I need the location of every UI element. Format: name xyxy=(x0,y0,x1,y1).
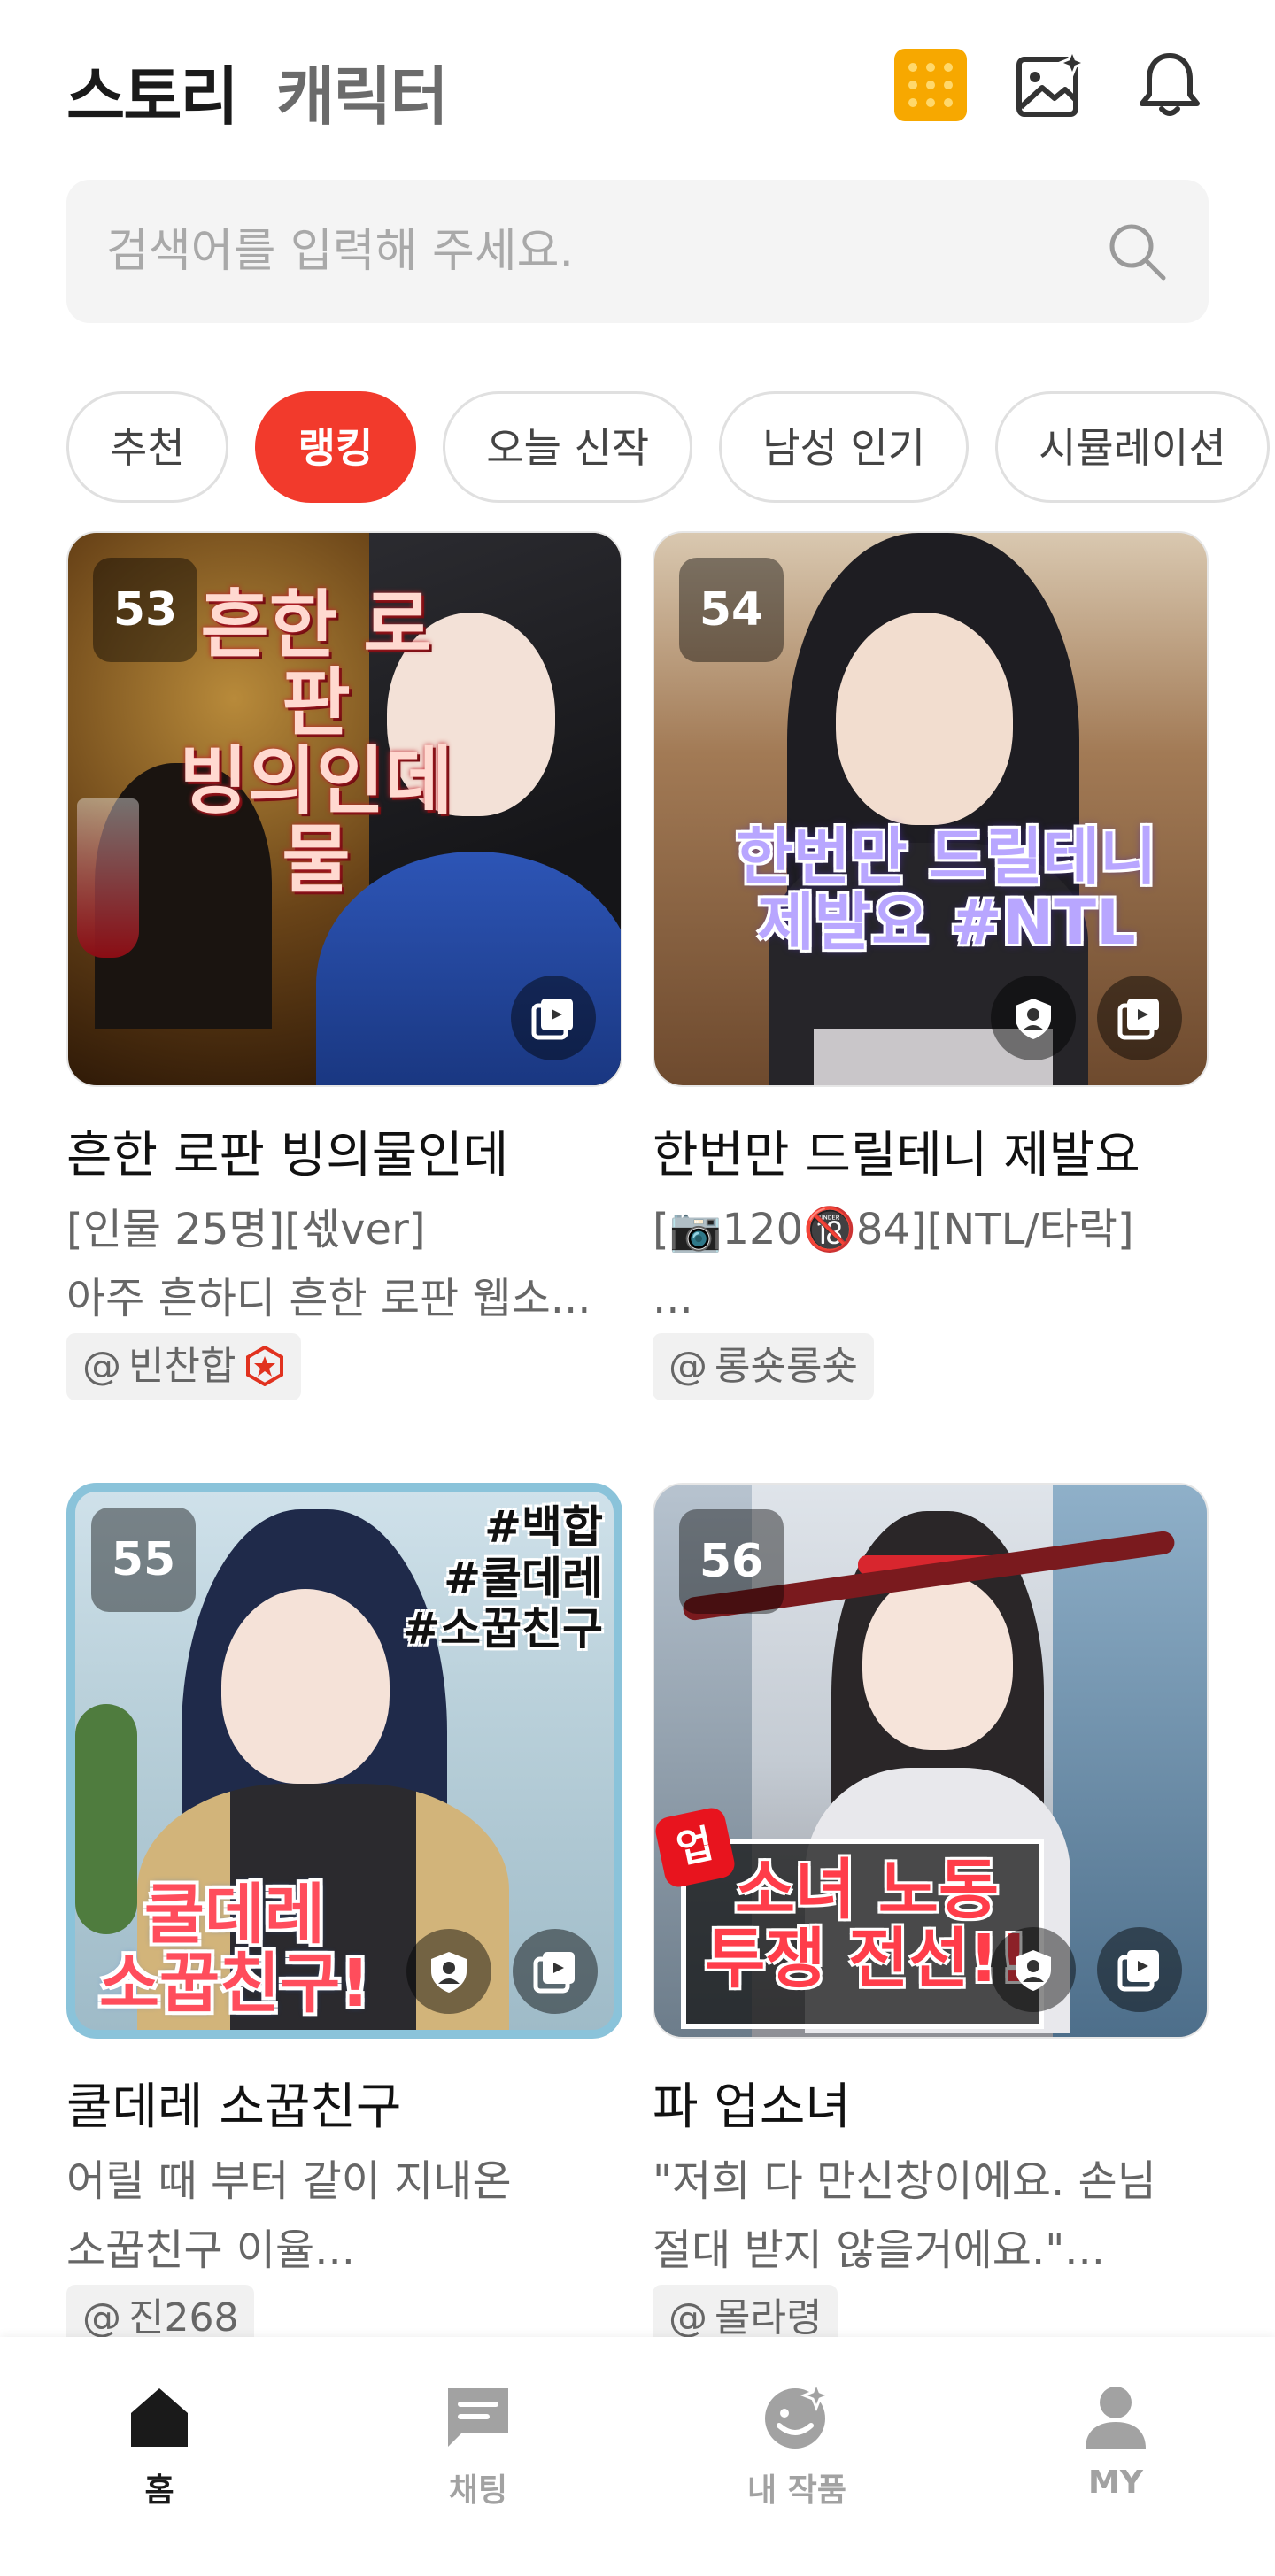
search-input[interactable] xyxy=(106,215,1080,288)
chip-male-popular[interactable]: 남성 인기 xyxy=(719,391,970,503)
card-cover-title: 흔한 로판 빙의인데 물 xyxy=(179,582,453,903)
play-icon xyxy=(1097,1927,1182,2012)
rank-badge: 53 xyxy=(93,558,197,662)
rank-badge: 56 xyxy=(679,1509,784,1614)
chat-icon xyxy=(448,2388,508,2447)
author-name: 진268 xyxy=(128,2295,239,2341)
nav-label: 내 작품 xyxy=(747,2472,846,2509)
search-icon[interactable] xyxy=(1105,220,1169,283)
card-title[interactable]: 쿨데레 소꿉친구 xyxy=(66,2067,401,2139)
card-author[interactable]: @ 롱숏롱숏 xyxy=(653,1333,874,1400)
home-icon xyxy=(131,2388,188,2447)
shield-icon xyxy=(991,1927,1076,2012)
card-thumbnail[interactable]: 흔한 로판 빙의인데 물 53 xyxy=(66,531,622,1087)
chip-recommend[interactable]: 추천 xyxy=(66,391,228,503)
play-icon xyxy=(513,1929,598,2014)
card-title[interactable]: 한번만 드릴테니 제발요 xyxy=(653,1115,1140,1187)
card-title[interactable]: 파 업소녀 xyxy=(653,2067,851,2139)
card-cover-title: 한번만 드릴테니 제발요 #NTL xyxy=(736,821,1157,959)
card-description: [인물 25명][섻ver] 아주 흔하디 흔한 로판 웹소... xyxy=(66,1205,591,1323)
play-icon xyxy=(511,976,596,1060)
tab-story[interactable]: 스토리 xyxy=(66,44,239,137)
chip-ranking[interactable]: 랭킹 xyxy=(254,391,417,503)
shield-icon xyxy=(991,976,1076,1060)
chip-simulation[interactable]: 시뮬레이션 xyxy=(995,391,1270,503)
card-thumbnail[interactable]: 업 소녀 노동 투쟁 전선!! 56 xyxy=(653,1483,1209,2039)
nav-label: 채팅 xyxy=(448,2472,508,2509)
profile-icon xyxy=(1086,2387,1146,2449)
nav-home[interactable]: 홈 xyxy=(71,2381,248,2510)
nav-label: 홈 xyxy=(144,2472,174,2509)
tab-character[interactable]: 캐릭터 xyxy=(276,44,449,137)
shield-icon xyxy=(406,1929,491,2014)
author-name: 몰라령 xyxy=(715,2295,823,2341)
author-name: 롱숏롱숏 xyxy=(715,1344,858,1389)
card-description: "저희 다 만신창이에요. 손님 절대 받지 않을거에요."... xyxy=(653,2156,1156,2275)
chip-today-new[interactable]: 오늘 신작 xyxy=(443,391,693,503)
nav-chat[interactable]: 채팅 xyxy=(390,2381,567,2510)
card-title[interactable]: 흔한 로판 빙의물인데 xyxy=(66,1115,508,1187)
header: 스토리 캐릭터 xyxy=(0,0,1275,168)
play-icon xyxy=(1097,976,1182,1060)
card-cover-title: 쿨데레 소꿉친구! xyxy=(98,1877,371,2022)
card-thumbnail[interactable]: 한번만 드릴테니 제발요 #NTL 54 xyxy=(653,531,1209,1087)
card-description: [📷120🔞84][NTL/타락] ... xyxy=(653,1205,1134,1323)
card-author[interactable]: @ 빈찬합 xyxy=(66,1333,302,1400)
category-chips: 추천 랭킹 오늘 신작 남성 인기 시뮬레이션 xyxy=(66,391,1275,503)
nav-label: MY xyxy=(1088,2464,1143,2501)
image-sparkle-icon[interactable] xyxy=(1014,49,1086,121)
rank-badge: 55 xyxy=(91,1508,196,1612)
card-thumbnail[interactable]: #백합 #쿨데레 #소꿉친구 쿨데레 소꿉친구! 55 xyxy=(66,1483,622,2039)
crown-icon xyxy=(246,1346,284,1386)
cookie-icon[interactable] xyxy=(894,49,967,121)
nav-my-works[interactable]: 내 작품 xyxy=(708,2381,885,2510)
rank-badge: 54 xyxy=(679,558,784,662)
bottom-navigation: 홈 채팅 내 작품 MY xyxy=(0,2337,1275,2576)
nav-my[interactable]: MY xyxy=(1027,2381,1204,2501)
my-works-icon xyxy=(765,2381,832,2449)
author-name: 빈찬합 xyxy=(128,1344,236,1389)
at-icon: @ xyxy=(82,1344,121,1389)
card-description: 어릴 때 부터 같이 지내온 소꿉친구 이율... xyxy=(66,2156,512,2275)
card-cover-tags: #백합 #쿨데레 #소꿉친구 xyxy=(403,1501,603,1654)
search-bar xyxy=(66,180,1209,323)
bell-icon[interactable] xyxy=(1133,49,1206,121)
at-icon: @ xyxy=(668,1344,707,1389)
